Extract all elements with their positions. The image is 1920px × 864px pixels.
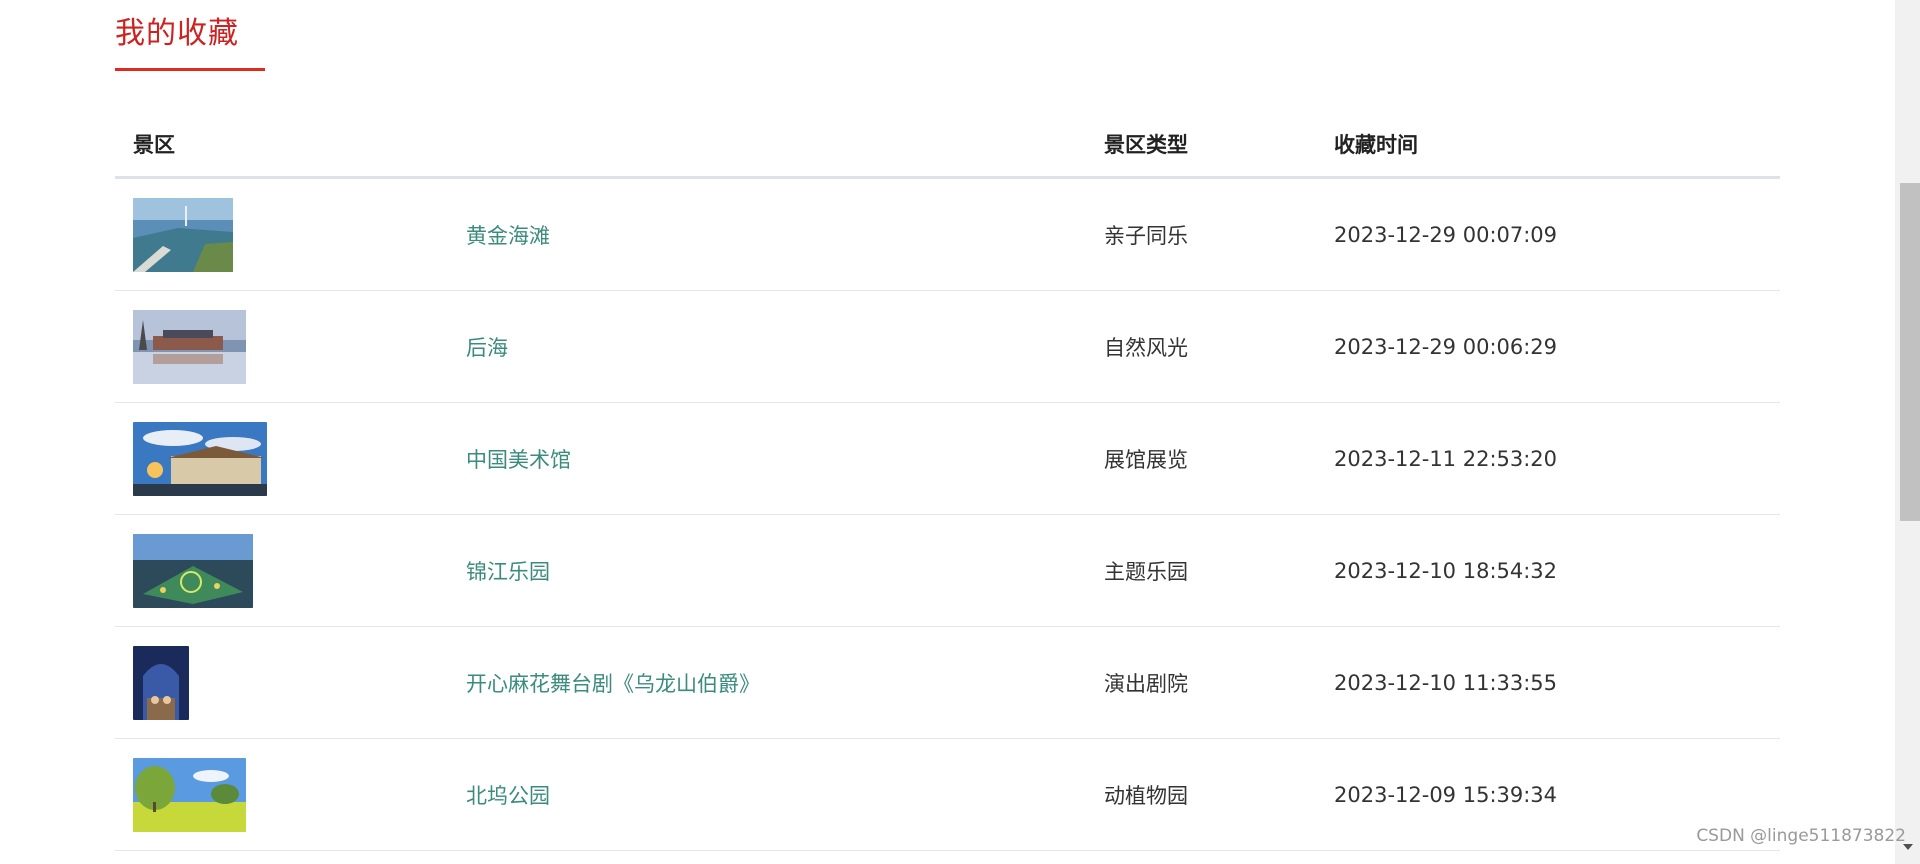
header-type: 景区类型 [1086,112,1316,179]
scenic-name-link[interactable]: 黄金海滩 [466,224,550,248]
stage-show-photo[interactable] [133,645,189,720]
scenic-name-link[interactable]: 中国美术馆 [466,448,571,472]
thumb-cell [115,402,448,515]
table-header-row: 景区 景区类型 收藏时间 [115,112,1780,179]
type-cell: 主题乐园 [1086,514,1316,627]
table-row: 开心麻花舞台剧《乌龙山伯爵》 演出剧院 2023-12-10 11:33:55 [115,626,1780,739]
name-cell: 中国美术馆 [448,402,1086,515]
thumb-cell [115,177,448,291]
amusement-park-photo[interactable] [133,533,253,608]
park-meadow-photo[interactable] [133,757,246,832]
page-title-block: 我的收藏 [115,12,265,71]
favorites-table: 景区 景区类型 收藏时间 黄金海滩 亲子同乐 2023-12-29 00:07:… [115,112,1780,851]
name-cell: 后海 [448,290,1086,403]
header-scenic: 景区 [115,112,1086,179]
name-cell: 锦江乐园 [448,514,1086,627]
scenic-name-link[interactable]: 开心麻花舞台剧《乌龙山伯爵》 [466,672,760,696]
table-row: 中国美术馆 展馆展览 2023-12-11 22:53:20 [115,402,1780,515]
name-cell: 开心麻花舞台剧《乌龙山伯爵》 [448,626,1086,739]
time-cell: 2023-12-11 22:53:20 [1316,402,1780,515]
museum-building-photo[interactable] [133,421,267,496]
type-cell: 动植物园 [1086,738,1316,851]
table-row: 黄金海滩 亲子同乐 2023-12-29 00:07:09 [115,177,1780,291]
type-cell: 展馆展览 [1086,402,1316,515]
scenic-name-link[interactable]: 后海 [466,336,508,360]
type-cell: 演出剧院 [1086,626,1316,739]
coast-aerial-photo[interactable] [133,197,233,272]
name-cell: 北坞公园 [448,738,1086,851]
table-row: 北坞公园 动植物园 2023-12-09 15:39:34 [115,738,1780,851]
lake-reflection-photo[interactable] [133,309,246,384]
time-cell: 2023-12-29 00:06:29 [1316,290,1780,403]
thumb-cell [115,514,448,627]
favorites-page: 我的收藏 景区 景区类型 收藏时间 黄金海滩 亲子同乐 2023-12-29 0… [0,0,1920,864]
thumb-cell [115,626,448,739]
header-time: 收藏时间 [1316,112,1780,179]
page-title: 我的收藏 [115,16,239,51]
time-cell: 2023-12-29 00:07:09 [1316,177,1780,291]
table-row: 后海 自然风光 2023-12-29 00:06:29 [115,290,1780,403]
watermark: CSDN @linge511873822 [1696,826,1906,846]
scenic-name-link[interactable]: 北坞公园 [466,784,550,808]
type-cell: 自然风光 [1086,290,1316,403]
thumb-cell [115,290,448,403]
vertical-scrollbar[interactable] [1895,0,1920,864]
table-row: 锦江乐园 主题乐园 2023-12-10 18:54:32 [115,514,1780,627]
time-cell: 2023-12-10 11:33:55 [1316,626,1780,739]
type-cell: 亲子同乐 [1086,177,1316,291]
thumb-cell [115,738,448,851]
scenic-name-link[interactable]: 锦江乐园 [466,560,550,584]
scrollbar-thumb[interactable] [1900,183,1920,521]
name-cell: 黄金海滩 [448,177,1086,291]
time-cell: 2023-12-10 18:54:32 [1316,514,1780,627]
